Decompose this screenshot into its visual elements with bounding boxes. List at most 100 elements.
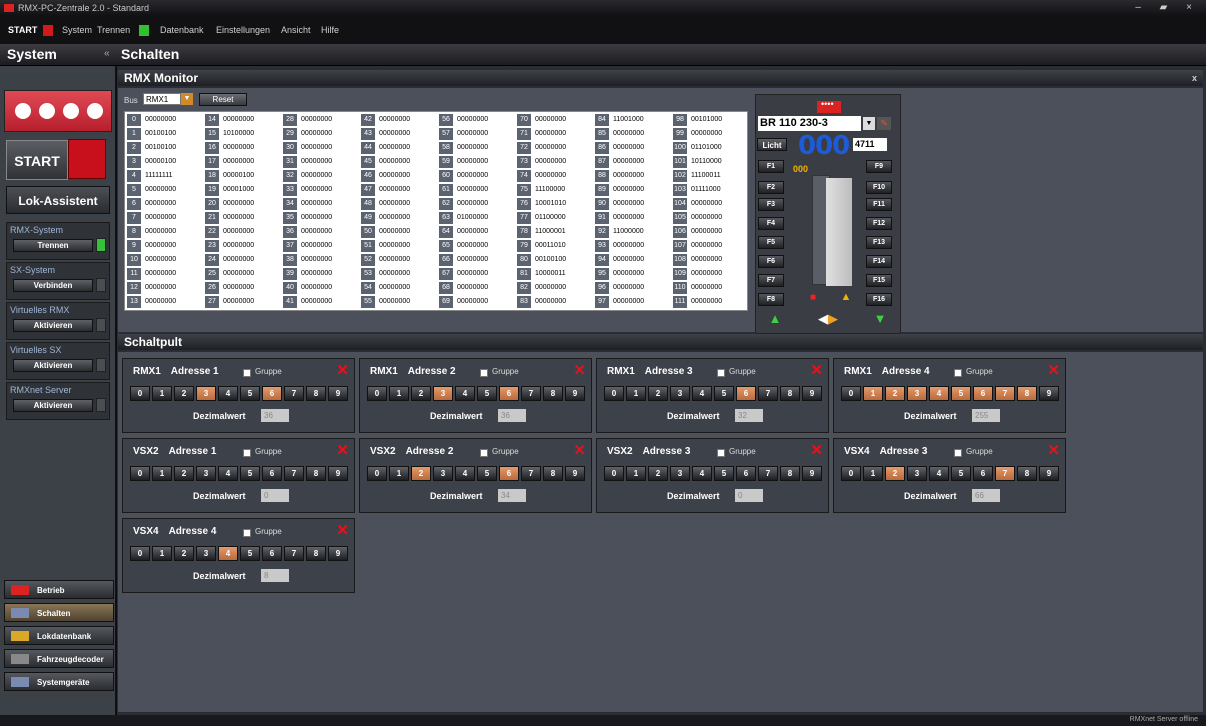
function-button-f10[interactable]: F10: [866, 181, 892, 194]
bit-button-1[interactable]: 1: [389, 466, 409, 481]
bit-button-5[interactable]: 5: [240, 546, 260, 561]
bit-button-3[interactable]: 3: [433, 466, 453, 481]
reset-button[interactable]: Reset: [199, 93, 247, 106]
bit-button-7[interactable]: 7: [284, 546, 304, 561]
bit-button-0[interactable]: 0: [130, 466, 150, 481]
function-button-f2[interactable]: F2: [758, 181, 784, 194]
chevron-down-icon[interactable]: ▼: [863, 117, 875, 130]
delete-icon[interactable]: ✕: [810, 441, 823, 459]
bit-button-5[interactable]: 5: [477, 386, 497, 401]
menu-ansicht[interactable]: Ansicht: [281, 25, 311, 35]
bit-button-1[interactable]: 1: [863, 386, 883, 401]
section-button[interactable]: Aktivieren: [13, 359, 93, 372]
function-button-f5[interactable]: F5: [758, 236, 784, 249]
bit-button-1[interactable]: 1: [626, 466, 646, 481]
bit-button-4[interactable]: 4: [929, 466, 949, 481]
bit-button-4[interactable]: 4: [455, 386, 475, 401]
delete-icon[interactable]: ✕: [336, 441, 349, 459]
bit-button-7[interactable]: 7: [284, 386, 304, 401]
function-button-f8[interactable]: F8: [758, 293, 784, 306]
sidebar-item-fahrzeugdecoder[interactable]: Fahrzeugdecoder: [4, 649, 114, 668]
gruppe-checkbox[interactable]: [480, 369, 488, 377]
bit-button-8[interactable]: 8: [306, 466, 326, 481]
bit-button-6[interactable]: 6: [262, 546, 282, 561]
function-button-f1[interactable]: F1: [758, 160, 784, 173]
bit-button-3[interactable]: 3: [196, 466, 216, 481]
start-button[interactable]: START: [6, 140, 68, 180]
gruppe-checkbox[interactable]: [243, 369, 251, 377]
bit-button-5[interactable]: 5: [240, 386, 260, 401]
sidebar-item-lokdatenbank[interactable]: Lokdatenbank: [4, 626, 114, 645]
address-stepper[interactable]: 4711: [853, 138, 887, 151]
bit-button-8[interactable]: 8: [780, 386, 800, 401]
bit-button-6[interactable]: 6: [973, 466, 993, 481]
sidebar-item-betrieb[interactable]: Betrieb: [4, 580, 114, 599]
bit-button-7[interactable]: 7: [521, 386, 541, 401]
function-button-f14[interactable]: F14: [866, 255, 892, 268]
bit-button-0[interactable]: 0: [130, 386, 150, 401]
delete-icon[interactable]: ✕: [336, 521, 349, 539]
section-button[interactable]: Aktivieren: [13, 399, 93, 412]
bit-button-7[interactable]: 7: [995, 386, 1015, 401]
collapse-icon[interactable]: «: [104, 48, 110, 59]
bit-button-5[interactable]: 5: [951, 386, 971, 401]
bit-button-4[interactable]: 4: [218, 546, 238, 561]
bit-button-6[interactable]: 6: [262, 466, 282, 481]
bit-button-3[interactable]: 3: [670, 386, 690, 401]
bit-button-3[interactable]: 3: [907, 466, 927, 481]
bit-button-9[interactable]: 9: [328, 386, 348, 401]
bit-button-0[interactable]: 0: [367, 466, 387, 481]
bit-button-1[interactable]: 1: [626, 386, 646, 401]
bit-button-1[interactable]: 1: [152, 466, 172, 481]
bit-button-8[interactable]: 8: [543, 466, 563, 481]
bit-button-6[interactable]: 6: [736, 386, 756, 401]
bit-button-8[interactable]: 8: [1017, 386, 1037, 401]
delete-icon[interactable]: ✕: [573, 441, 586, 459]
window-controls[interactable]: – ▰ ×: [1135, 2, 1200, 13]
bit-button-3[interactable]: 3: [196, 546, 216, 561]
bit-button-1[interactable]: 1: [863, 466, 883, 481]
bit-button-3[interactable]: 3: [907, 386, 927, 401]
bit-button-7[interactable]: 7: [995, 466, 1015, 481]
gruppe-checkbox[interactable]: [717, 369, 725, 377]
bit-button-5[interactable]: 5: [714, 466, 734, 481]
dezimal-value[interactable]: 0: [261, 489, 289, 502]
bit-button-9[interactable]: 9: [1039, 386, 1059, 401]
bit-button-8[interactable]: 8: [1017, 466, 1037, 481]
menu-einstellungen[interactable]: Einstellungen: [216, 25, 270, 35]
bit-button-2[interactable]: 2: [411, 386, 431, 401]
bit-button-6[interactable]: 6: [973, 386, 993, 401]
gruppe-checkbox[interactable]: [954, 449, 962, 457]
bit-button-1[interactable]: 1: [152, 386, 172, 401]
function-button-f15[interactable]: F15: [866, 274, 892, 287]
bit-button-2[interactable]: 2: [648, 466, 668, 481]
delete-icon[interactable]: ✕: [336, 361, 349, 379]
menu-hilfe[interactable]: Hilfe: [321, 25, 339, 35]
bit-button-5[interactable]: 5: [240, 466, 260, 481]
lok-assistent-button[interactable]: Lok-Assistent: [6, 186, 110, 214]
section-button[interactable]: Trennen: [13, 239, 93, 252]
bit-button-7[interactable]: 7: [758, 386, 778, 401]
bit-button-3[interactable]: 3: [196, 386, 216, 401]
bit-button-8[interactable]: 8: [306, 386, 326, 401]
close-icon[interactable]: x: [1192, 70, 1197, 86]
bit-button-5[interactable]: 5: [477, 466, 497, 481]
bit-button-9[interactable]: 9: [802, 386, 822, 401]
function-button-f16[interactable]: F16: [866, 293, 892, 306]
dezimal-value[interactable]: 36: [498, 409, 526, 422]
bit-button-2[interactable]: 2: [885, 466, 905, 481]
menu-datenbank[interactable]: Datenbank: [160, 25, 204, 35]
bit-button-4[interactable]: 4: [929, 386, 949, 401]
bus-select[interactable]: RMX1: [143, 93, 181, 105]
bit-button-5[interactable]: 5: [714, 386, 734, 401]
bit-button-2[interactable]: 2: [174, 546, 194, 561]
dezimal-value[interactable]: 32: [735, 409, 763, 422]
arrow-up-icon[interactable]: ▲: [760, 312, 790, 326]
bit-button-1[interactable]: 1: [152, 546, 172, 561]
stop-icon[interactable]: ■: [800, 292, 826, 304]
gruppe-checkbox[interactable]: [717, 449, 725, 457]
loco-select[interactable]: BR 110 230-3: [758, 116, 861, 131]
menu-start[interactable]: START: [8, 25, 37, 35]
speed-slider-bar[interactable]: [826, 178, 852, 286]
function-button-f9[interactable]: F9: [866, 160, 892, 173]
